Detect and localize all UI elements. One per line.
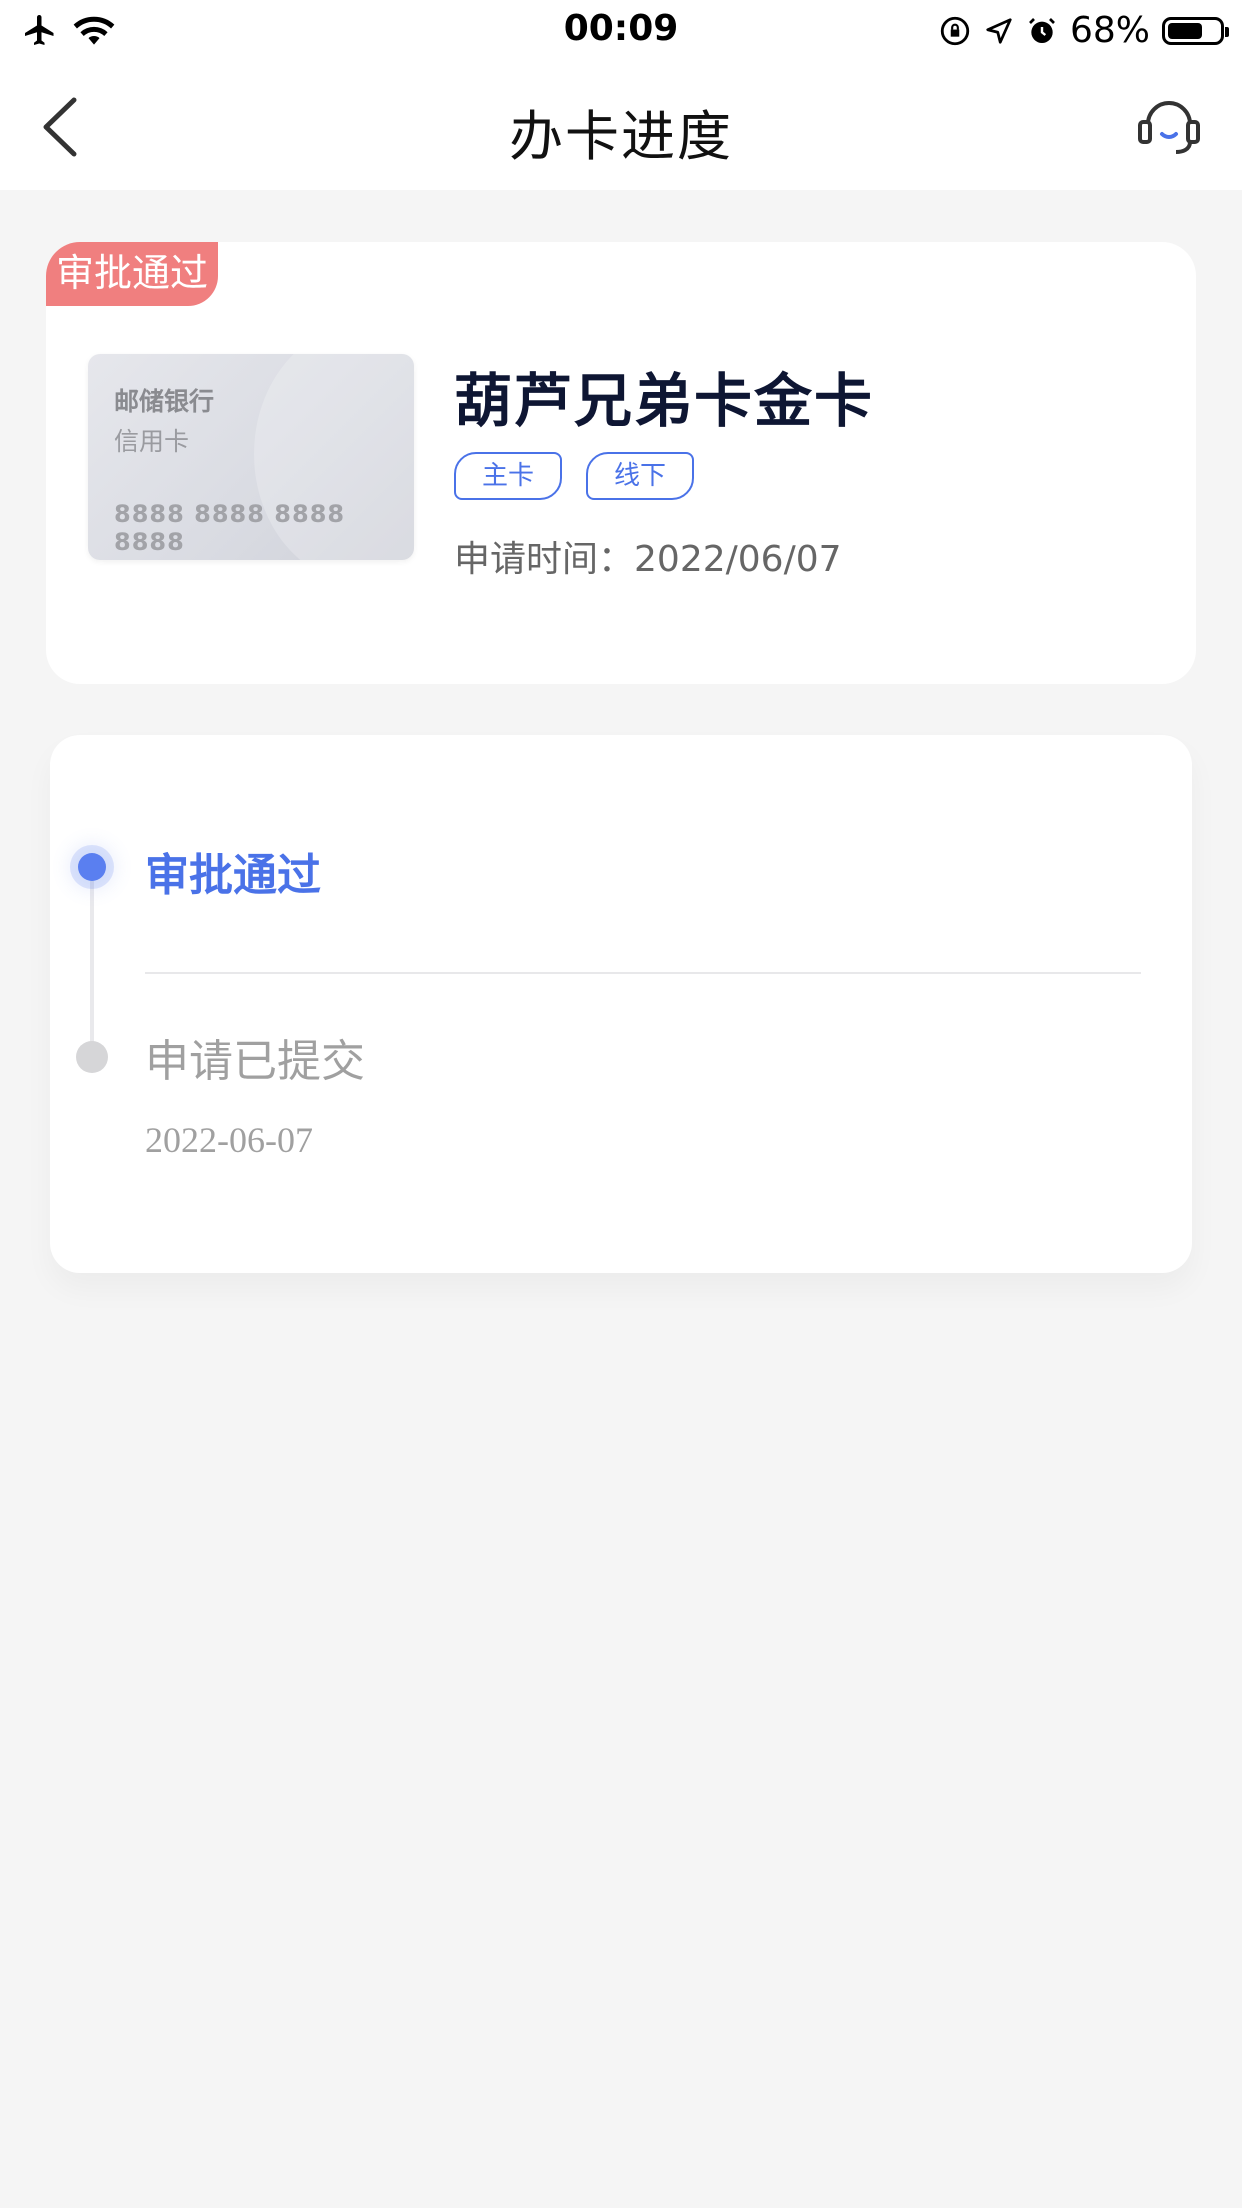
battery-icon: [1162, 16, 1229, 45]
status-badge: 审批通过: [46, 242, 218, 306]
apply-time-label: 申请时间：: [454, 539, 635, 580]
card-image-bank: 邮储银行: [114, 387, 215, 416]
divider: [145, 972, 1141, 974]
apply-time-value: 2022/06/07: [634, 539, 842, 580]
battery-percent: 68%: [1069, 10, 1150, 51]
timeline-step-submitted: 申请已提交: [145, 1036, 365, 1087]
tag-main-card: 主卡: [454, 452, 563, 500]
progress-timeline: 审批通过 申请已提交 2022-06-07: [50, 735, 1192, 1273]
timeline-dot-active: [78, 853, 106, 881]
status-bar: 00:09 68%: [0, 0, 1242, 62]
credit-card-image: 邮储银行 信用卡 8888 8888 8888 8888: [88, 354, 414, 560]
application-card[interactable]: 审批通过 邮储银行 信用卡 8888 8888 8888 8888 葫芦兄弟卡金…: [46, 242, 1196, 684]
nav-bar: 办卡进度: [0, 62, 1242, 190]
timeline-connector: [90, 875, 94, 1043]
alarm-icon: [1029, 17, 1055, 43]
apply-time: 申请时间：2022/06/07: [454, 530, 842, 582]
battery-fill: [1168, 22, 1202, 39]
location-icon: [986, 17, 1012, 44]
card-image-type: 信用卡: [114, 427, 190, 456]
tag-offline: 线下: [586, 452, 695, 500]
card-image-number: 8888 8888 8888 8888: [114, 500, 346, 556]
card-tags: 主卡 线下: [454, 452, 695, 500]
headset-icon: [1138, 101, 1200, 154]
timeline-dot-inactive: [76, 1041, 108, 1073]
customer-service-button[interactable]: [1136, 92, 1202, 158]
status-right: 68%: [938, 10, 1229, 51]
timeline-step-approved: 审批通过: [145, 850, 321, 901]
rotation-lock-icon: [940, 16, 970, 45]
card-name: 葫芦兄弟卡金卡: [454, 367, 875, 435]
timeline-step-date: 2022-06-07: [145, 1120, 313, 1160]
battery-nub: [1225, 26, 1229, 37]
page-title: 办卡进度: [509, 105, 733, 168]
